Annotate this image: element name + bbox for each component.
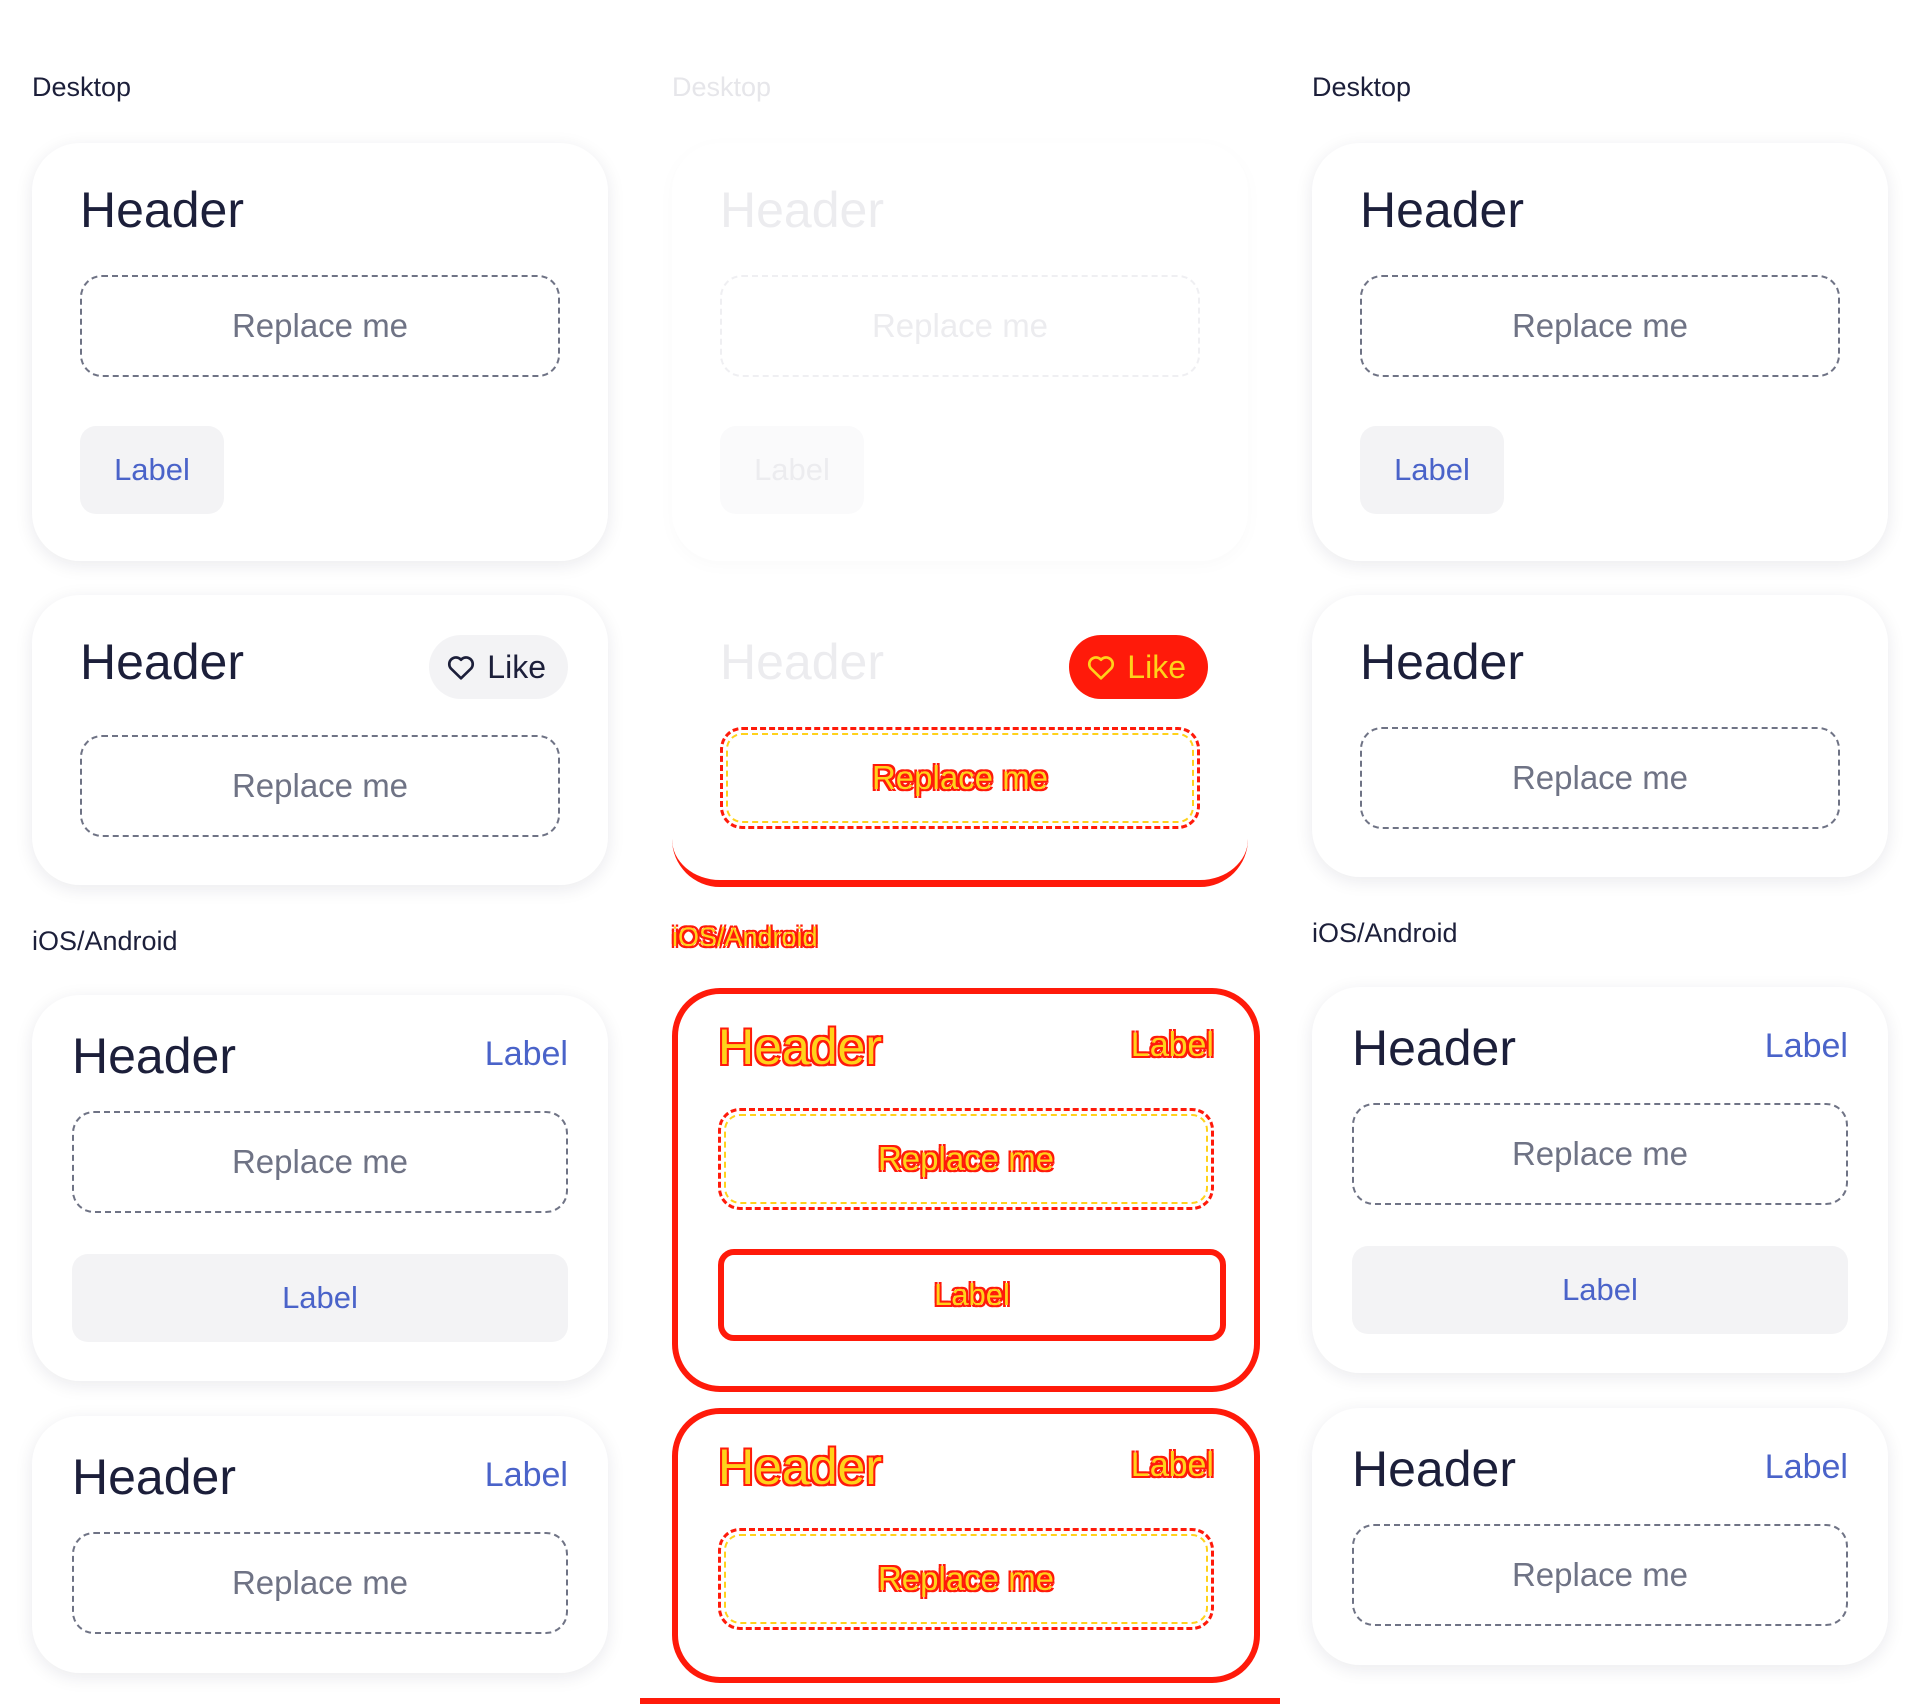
card-header: Header (80, 182, 244, 238)
desktop-card-with-like: Header Like Replace me (32, 595, 608, 885)
card-header: Header (720, 634, 884, 690)
diff-bottom-line (640, 1698, 1280, 1704)
mobile-card-with-button-diff: Header Label Replace me Label (672, 988, 1260, 1392)
replace-me-slot[interactable]: Replace me (718, 1108, 1214, 1210)
column-updated: Desktop Header Replace me Label Header R… (1280, 0, 1920, 1708)
card-header: Header (718, 1439, 882, 1495)
replace-me-slot[interactable]: Replace me (720, 275, 1200, 377)
heart-outline-icon (448, 656, 475, 680)
card-header: Header (72, 1028, 236, 1084)
mobile-card-with-button: Header Label Replace me Label (32, 995, 608, 1381)
label-button[interactable]: Label (80, 426, 224, 514)
desktop-card-with-like-diff: Header Like Replace me (672, 595, 1248, 887)
label-button[interactable]: Label (1352, 1246, 1848, 1334)
like-label: Like (487, 648, 546, 685)
card-header: Header (1360, 634, 1524, 690)
header-link[interactable]: Label (485, 1035, 568, 1074)
card-header: Header (1352, 1441, 1516, 1497)
card-header: Header (720, 182, 884, 238)
replace-me-slot[interactable]: Replace me (720, 727, 1200, 829)
header-link[interactable]: Label (1765, 1448, 1848, 1487)
header-link[interactable]: Label (485, 1456, 568, 1495)
header-link[interactable]: Label (1765, 1027, 1848, 1066)
card-header: Header (718, 1019, 882, 1075)
section-title-desktop: Desktop (672, 72, 772, 102)
replace-me-slot[interactable]: Replace me (718, 1528, 1214, 1630)
replace-me-slot[interactable]: Replace me (1352, 1524, 1848, 1626)
replace-me-slot[interactable]: Replace me (1352, 1103, 1848, 1205)
section-title-mobile: iOS/Android (1312, 918, 1458, 948)
label-button[interactable]: Label (720, 426, 864, 514)
replace-me-slot[interactable]: Replace me (1360, 727, 1840, 829)
heart-outline-icon (1088, 656, 1115, 680)
card-header: Header (1352, 1020, 1516, 1076)
desktop-card-with-button-faded: Header Replace me Label (672, 143, 1248, 561)
desktop-card-with-button: Header Replace me Label (32, 143, 608, 561)
replace-me-slot[interactable]: Replace me (72, 1532, 568, 1634)
mobile-card-with-button: Header Label Replace me Label (1312, 987, 1888, 1373)
section-title-desktop: Desktop (1312, 72, 1412, 102)
like-label: Like (1127, 648, 1186, 685)
card-header: Header (80, 634, 244, 690)
card-header: Header (1360, 182, 1524, 238)
desktop-card-with-button: Header Replace me Label (1312, 143, 1888, 561)
label-button[interactable]: Label (72, 1254, 568, 1342)
replace-me-slot[interactable]: Replace me (1360, 275, 1840, 377)
card-header: Header (72, 1449, 236, 1505)
section-title-mobile: iOS/Android (672, 922, 818, 952)
replace-me-slot[interactable]: Replace me (72, 1111, 568, 1213)
label-button[interactable]: Label (718, 1249, 1226, 1341)
header-link[interactable]: Label (1131, 1026, 1214, 1065)
mobile-card-compact: Header Label Replace me (1312, 1408, 1888, 1665)
like-button[interactable]: Like (429, 635, 568, 699)
column-diff: Desktop Header Replace me Label Header L… (640, 0, 1280, 1708)
replace-me-slot[interactable]: Replace me (80, 735, 560, 837)
label-button[interactable]: Label (1360, 426, 1504, 514)
column-original: Desktop Header Replace me Label Header L… (0, 0, 640, 1708)
header-link[interactable]: Label (1131, 1446, 1214, 1485)
section-title-mobile: iOS/Android (32, 926, 178, 956)
like-button[interactable]: Like (1069, 635, 1208, 699)
mobile-card-compact: Header Label Replace me (32, 1416, 608, 1673)
mobile-card-compact-diff: Header Label Replace me (672, 1408, 1260, 1683)
desktop-card-no-like: Header Replace me (1312, 595, 1888, 877)
section-title-desktop: Desktop (32, 72, 132, 102)
replace-me-slot[interactable]: Replace me (80, 275, 560, 377)
